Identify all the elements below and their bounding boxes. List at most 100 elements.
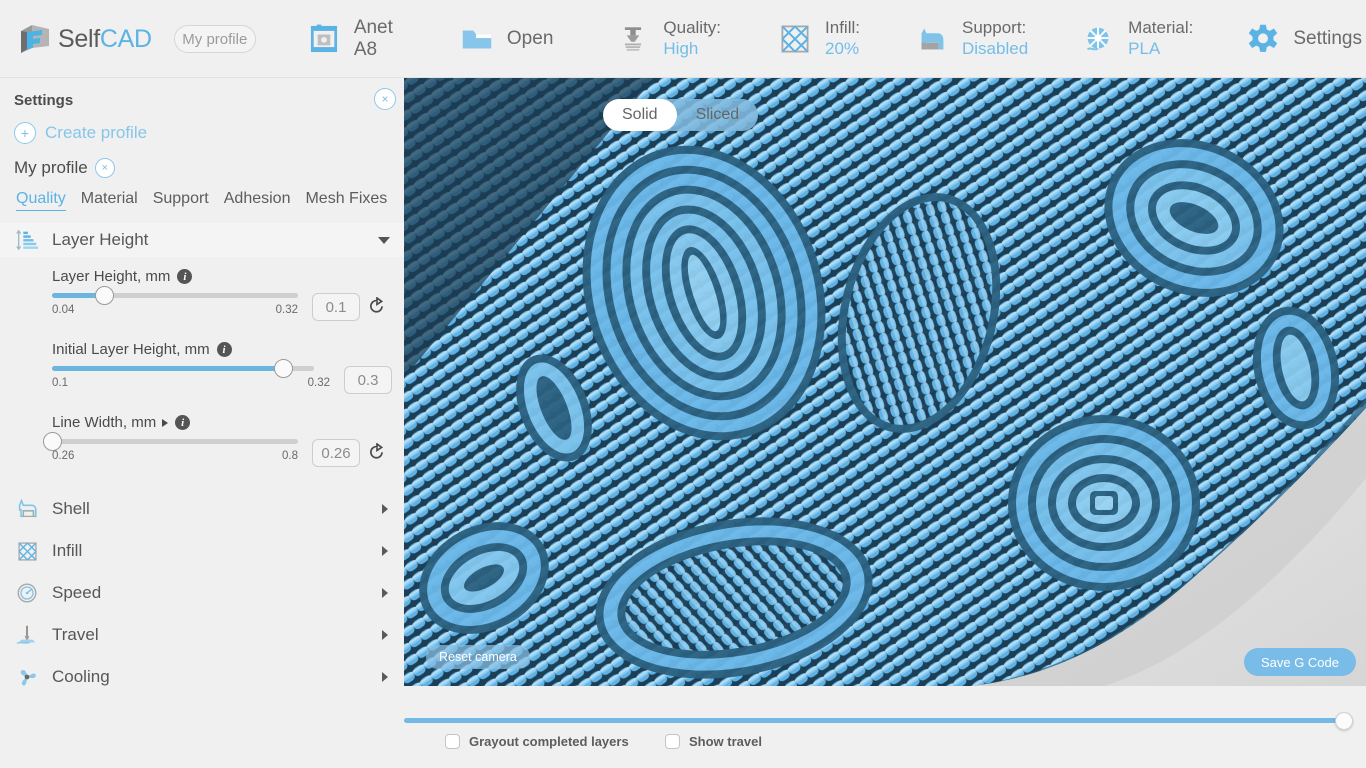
slider-min-label: 0.04 [52,304,75,316]
field-layer-height-slider-row: 0.04 0.32 0.1 [0,286,404,321]
chevron-right-icon[interactable] [382,630,388,640]
travel-nozzle-icon [10,623,44,647]
layer-height-slider[interactable]: 0.04 0.32 [52,286,298,318]
initial-layer-height-value: 0.3 [357,371,379,389]
toolbar-quality-value: High [663,39,699,58]
slider-range-labels: 0.26 0.8 [52,450,298,464]
slider-track[interactable] [43,432,298,451]
info-icon[interactable]: i [175,415,191,430]
slider-min-label: 0.1 [52,377,68,389]
field-line-width-label-row: Line Width, mm i [52,414,404,431]
reset-icon[interactable] [368,296,386,315]
my-profile-field[interactable]: My profile [173,25,256,53]
toggle-solid[interactable]: Solid [603,99,677,131]
printer-icon [304,19,344,59]
save-gcode-label: Save G Code [1260,654,1339,670]
layer-range-slider[interactable] [404,710,1366,730]
section-travel[interactable]: Travel [0,618,404,652]
field-layer-height: Layer Height, mm i 0.04 0.32 0.1 [0,268,404,321]
field-initial-layer-height-slider-row: 0.1 0.32 0.3 [0,359,404,394]
panel-title: Settings [14,92,74,109]
create-profile-button[interactable]: + Create profile [14,122,147,144]
chevron-right-icon[interactable] [382,546,388,556]
toolbar-item-infill[interactable]: Infill: 20% [771,8,864,70]
section-cooling[interactable]: Cooling [0,660,404,694]
initial-layer-height-value-input[interactable]: 0.3 [344,366,392,394]
settings-panel: Settings × + Create profile My profile ×… [0,78,404,768]
3d-viewport[interactable]: Solid Sliced Reset camera Save G Code [404,78,1366,686]
settings-tabs: Quality Material Support Adhesion Mesh F… [16,190,387,211]
toolbar-infill-labels: Infill: 20% [825,18,860,59]
layer-slider-track[interactable] [404,712,1353,730]
info-icon[interactable]: i [177,269,193,284]
line-width-value: 0.26 [321,444,351,462]
slider-range-labels: 0.1 0.32 [52,377,330,391]
toolbar-printer-label: Anet A8 [353,17,393,60]
chevron-down-icon[interactable] [378,236,390,244]
line-width-slider[interactable]: 0.26 0.8 [43,432,298,464]
field-line-width-label: Line Width, mm [52,414,157,431]
slider-max-label: 0.32 [307,377,330,389]
create-profile-label: Create profile [45,123,148,142]
tab-material[interactable]: Material [81,190,138,210]
field-initial-layer-height-label-row: Initial Layer Height, mm i [52,341,404,358]
support-dog-icon [912,19,952,59]
section-speed[interactable]: Speed [0,576,404,610]
toolbar-item-printer[interactable]: Anet A8 [300,8,397,70]
remove-profile-icon[interactable]: × [94,158,115,178]
section-shell[interactable]: Shell [0,492,404,526]
close-icon[interactable]: × [374,88,396,110]
brand-cad: CAD [99,24,152,53]
tab-adhesion[interactable]: Adhesion [224,190,291,210]
initial-layer-height-slider[interactable]: 0.1 0.32 [52,359,330,391]
tab-mesh-fixes[interactable]: Mesh Fixes [305,190,387,210]
toolbar-material-title: Material: [1128,18,1194,38]
top-toolbar: SelfCAD My profile Anet A8 Open Quality:… [0,0,1366,78]
chevron-right-icon[interactable] [382,588,388,598]
remove-profile-glyph: × [101,162,108,174]
chevron-right-icon[interactable] [382,672,388,682]
chevron-right-icon[interactable] [382,504,388,514]
toolbar-item-support[interactable]: Support: Disabled [908,8,1032,70]
toolbar-item-material[interactable]: Material: PLA [1074,8,1197,70]
toolbar-support-title: Support: [962,18,1027,38]
checkbox-show-travel[interactable]: Show travel [665,734,762,749]
slider-knob[interactable] [43,432,62,451]
checkbox-box[interactable] [665,734,680,749]
toolbar-settings-label: Settings [1293,28,1362,49]
layer-height-value-input[interactable]: 0.1 [312,293,360,321]
slider-track[interactable] [52,359,314,378]
reset-icon[interactable] [368,442,386,461]
save-gcode-button[interactable]: Save G Code [1243,648,1356,676]
checkbox-grayout-completed-layers[interactable]: Grayout completed layers [445,734,629,749]
tab-quality[interactable]: Quality [16,190,66,211]
layer-slider-knob[interactable] [1335,712,1353,730]
active-profile-row[interactable]: My profile × [14,158,115,178]
view-mode-toggle[interactable]: Solid Sliced [603,99,759,131]
slider-knob[interactable] [273,359,293,378]
section-infill-label: Infill [52,541,83,560]
slider-track[interactable] [52,286,298,305]
toggle-sliced[interactable]: Sliced [677,99,759,131]
toolbar-item-open[interactable]: Open [453,8,557,70]
brand-logo-group: SelfCAD [18,22,152,56]
slider-knob[interactable] [94,286,114,305]
material-spool-icon [1078,19,1118,59]
line-width-value-input[interactable]: 0.26 [312,439,360,467]
section-cooling-label: Cooling [52,667,110,686]
section-layer-height[interactable]: Layer Height [0,223,404,257]
tab-support[interactable]: Support [153,190,209,210]
reset-camera-button[interactable]: Reset camera [426,645,530,669]
slider-range-labels: 0.04 0.32 [52,304,298,318]
infill-grid-icon [10,540,44,563]
gear-icon [1243,19,1283,59]
toolbar-item-settings[interactable]: Settings [1239,8,1366,70]
checkbox-box[interactable] [445,734,460,749]
field-line-width-slider-row: 0.26 0.8 0.26 [0,432,404,467]
slider-min-label: 0.26 [52,450,75,462]
toolbar-item-quality[interactable]: Quality: High [609,8,725,70]
section-infill[interactable]: Infill [0,534,404,568]
info-icon[interactable]: i [216,342,232,357]
toolbar-material-labels: Material: PLA [1128,18,1193,59]
chevron-right-icon[interactable] [162,418,169,427]
